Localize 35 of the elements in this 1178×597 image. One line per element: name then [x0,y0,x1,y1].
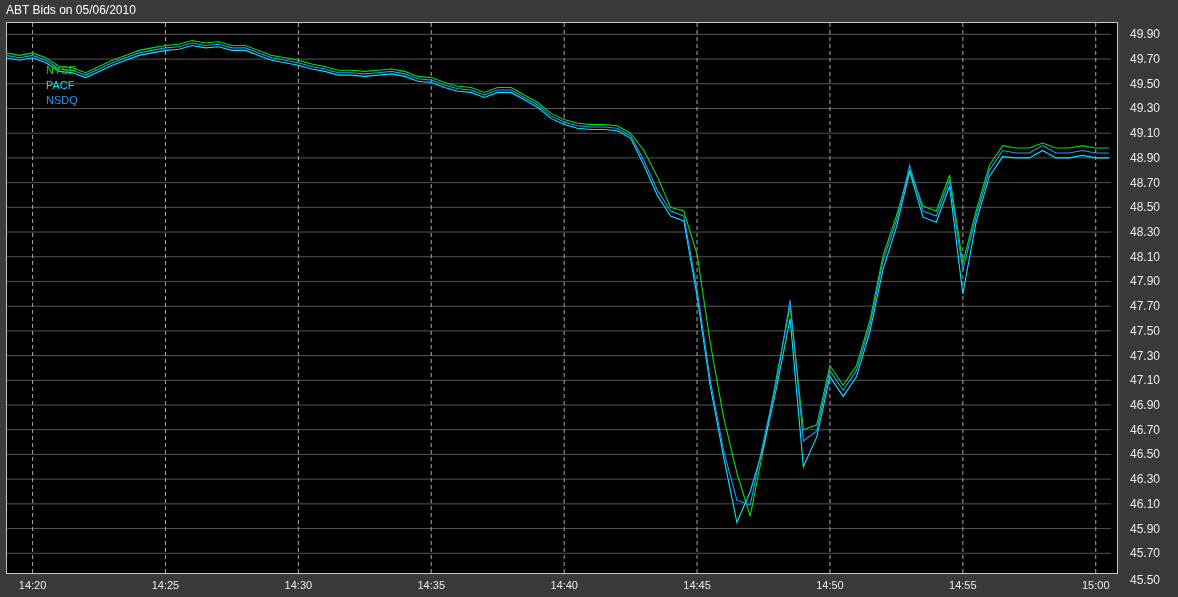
y-axis-label: 46.90 [1130,398,1161,412]
window-title: ABT Bids on 05/06/2010 [6,3,136,17]
y-axis-label: 49.90 [1130,27,1161,42]
y-axis-label: 46.50 [1130,447,1161,462]
y-axis-label: 48.10 [1130,249,1161,264]
x-axis-label: 14:30 [284,579,313,591]
y-axis-label: 46.30 [1130,472,1161,487]
y-axis-label: 45.50 [1130,573,1161,587]
y-axis-label: 45.90 [1130,521,1161,536]
y-axis-label: 48.50 [1130,200,1161,215]
y-axis-label: 47.10 [1130,373,1161,388]
x-axis-label: 14:40 [550,579,578,591]
y-axis-label: 49.30 [1130,101,1161,116]
y-axis-label: 49.70 [1130,52,1161,67]
x-axis-label: 14:45 [683,579,711,591]
y-axis-label: 48.70 [1130,175,1161,190]
x-axis-label: 14:55 [949,579,977,591]
x-axis-label: 14:20 [18,579,47,591]
y-axis-label: 47.90 [1130,274,1161,289]
legend-label: NSDQ [46,94,78,106]
y-axis-label: 45.70 [1130,546,1161,561]
y-axis-label: 49.10 [1130,126,1161,141]
y-axis-label: 46.70 [1130,422,1161,437]
y-axis-label: 48.90 [1130,150,1161,165]
legend-label: PACF [46,79,75,91]
x-axis-label: 14:25 [151,579,180,591]
y-axis-label: 46.10 [1130,496,1161,511]
x-axis-label: 14:35 [417,579,446,591]
y-axis-label: 47.30 [1130,348,1161,363]
y-axis-label: 47.50 [1130,323,1161,338]
y-axis-label: 48.30 [1130,225,1161,240]
y-axis-label: 49.50 [1130,76,1161,91]
x-axis-label: 15:00 [1081,579,1110,591]
y-axis-label: 47.70 [1130,299,1161,314]
x-axis-label: 14:50 [816,579,844,591]
